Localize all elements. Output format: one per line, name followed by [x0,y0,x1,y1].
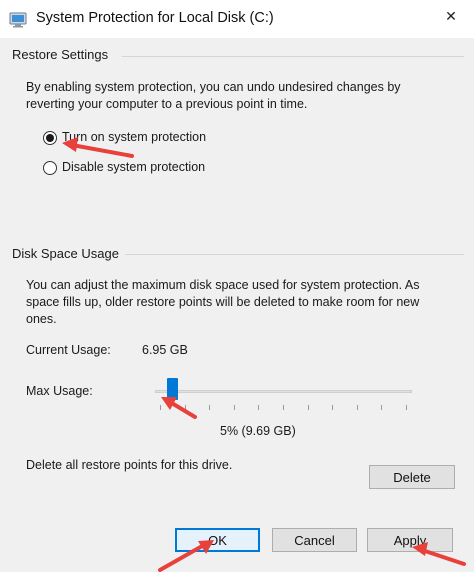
slider-tick [184,405,186,410]
slider-tick [307,405,309,410]
ok-button[interactable]: OK [175,528,260,552]
title-bar[interactable]: System Protection for Local Disk (C:) ✕ [0,0,474,38]
disk-space-divider [120,254,464,255]
disk-space-description: You can adjust the maximum disk space us… [26,278,420,326]
restore-settings-heading: Restore Settings [12,47,115,62]
slider-tick [406,405,407,410]
slider-tick [332,405,334,410]
close-icon: ✕ [445,7,457,24]
max-usage-label: Max Usage: [26,384,93,398]
radio-label-disable[interactable]: Disable system protection [62,160,205,174]
system-properties-icon [9,12,27,28]
max-usage-value: 5% (9.69 GB) [220,424,296,438]
delete-restore-points-text: Delete all restore points for this drive… [26,458,233,472]
radio-label-turn-on[interactable]: Turn on system protection [62,130,206,144]
slider-tick [209,405,211,410]
max-usage-slider-thumb[interactable] [167,378,179,400]
max-usage-slider-track[interactable] [155,390,412,393]
current-usage-label: Current Usage: [26,343,111,357]
current-usage-value: 6.95 GB [142,343,188,357]
cancel-button[interactable]: Cancel [272,528,357,552]
disk-space-heading: Disk Space Usage [12,246,125,261]
close-button[interactable]: ✕ [428,0,474,32]
restore-settings-divider [122,56,464,57]
slider-tick [160,405,161,410]
window-title: System Protection for Local Disk (C:) [36,10,274,26]
radio-disable-protection[interactable] [43,161,57,175]
system-protection-dialog: System Protection for Local Disk (C:) ✕ … [0,0,474,572]
apply-button[interactable]: Apply [367,528,453,552]
radio-turn-on-protection[interactable] [43,131,57,145]
slider-tick [356,405,358,410]
delete-button[interactable]: Delete [369,465,455,489]
slider-tick [381,405,383,410]
slider-tick [258,405,260,410]
slider-tick [233,405,235,410]
restore-settings-description: By enabling system protection, you can u… [26,80,401,111]
slider-tick [283,405,284,410]
